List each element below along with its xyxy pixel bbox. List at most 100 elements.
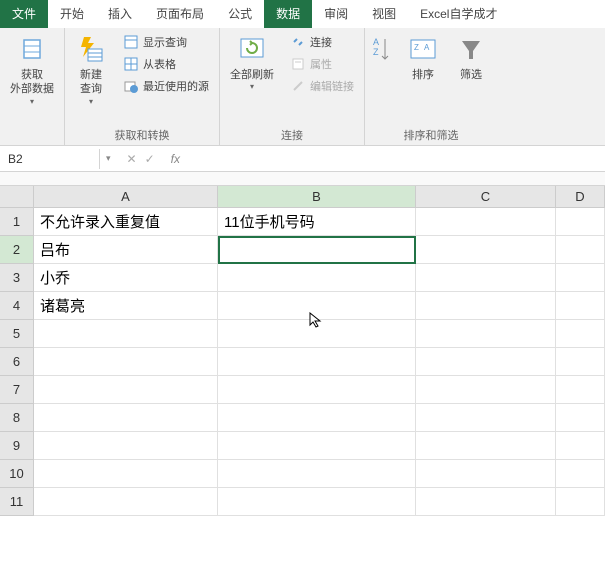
formula-bar[interactable] bbox=[186, 156, 605, 162]
dropdown-arrow-icon: ▾ bbox=[89, 97, 93, 106]
cell-a10[interactable] bbox=[34, 460, 218, 488]
cell-a9[interactable] bbox=[34, 432, 218, 460]
show-query-label: 显示查询 bbox=[143, 34, 187, 50]
row-header-8[interactable]: 8 bbox=[0, 404, 34, 432]
ribbon-group-external: 获取 外部数据 ▾ bbox=[0, 28, 65, 145]
cell-b8[interactable] bbox=[218, 404, 416, 432]
cell-d6[interactable] bbox=[556, 348, 605, 376]
row-header-3[interactable]: 3 bbox=[0, 264, 34, 292]
cell-d2[interactable] bbox=[556, 236, 605, 264]
cell-c2[interactable] bbox=[416, 236, 556, 264]
cell-a2[interactable]: 吕布 bbox=[34, 236, 218, 264]
col-header-d[interactable]: D bbox=[556, 186, 605, 208]
tab-excel-custom[interactable]: Excel自学成才 bbox=[408, 0, 509, 28]
cell-a11[interactable] bbox=[34, 488, 218, 516]
row-4: 4 诸葛亮 bbox=[0, 292, 605, 320]
svg-text:A: A bbox=[373, 37, 379, 47]
get-external-data-button[interactable]: 获取 外部数据 ▾ bbox=[6, 32, 58, 108]
sort-button[interactable]: ZA 排序 bbox=[403, 32, 443, 84]
cell-b4[interactable] bbox=[218, 292, 416, 320]
tab-home[interactable]: 开始 bbox=[48, 0, 96, 28]
name-box[interactable]: B2 bbox=[0, 149, 100, 169]
lightning-table-icon bbox=[75, 34, 107, 66]
row-header-7[interactable]: 7 bbox=[0, 376, 34, 404]
tab-insert[interactable]: 插入 bbox=[96, 0, 144, 28]
tab-formulas[interactable]: 公式 bbox=[216, 0, 264, 28]
refresh-all-button[interactable]: 全部刷新 ▾ bbox=[226, 32, 278, 93]
row-header-11[interactable]: 11 bbox=[0, 488, 34, 516]
connections-button[interactable]: 连接 bbox=[286, 32, 358, 52]
sort-az-button[interactable]: AZ bbox=[371, 32, 395, 68]
new-query-button[interactable]: 新建 查询 ▾ bbox=[71, 32, 111, 108]
recent-sources-button[interactable]: 最近使用的源 bbox=[119, 76, 213, 96]
cell-a4[interactable]: 诸葛亮 bbox=[34, 292, 218, 320]
group-label-sort-filter: 排序和筛选 bbox=[371, 125, 491, 143]
cell-d11[interactable] bbox=[556, 488, 605, 516]
row-header-9[interactable]: 9 bbox=[0, 432, 34, 460]
row-header-10[interactable]: 10 bbox=[0, 460, 34, 488]
cell-d9[interactable] bbox=[556, 432, 605, 460]
cell-d8[interactable] bbox=[556, 404, 605, 432]
cell-c8[interactable] bbox=[416, 404, 556, 432]
cell-c10[interactable] bbox=[416, 460, 556, 488]
cell-c7[interactable] bbox=[416, 376, 556, 404]
cell-b3[interactable] bbox=[218, 264, 416, 292]
cell-b10[interactable] bbox=[218, 460, 416, 488]
cell-d7[interactable] bbox=[556, 376, 605, 404]
cell-b5[interactable] bbox=[218, 320, 416, 348]
col-header-a[interactable]: A bbox=[34, 186, 218, 208]
filter-button[interactable]: 筛选 bbox=[451, 32, 491, 84]
cancel-icon[interactable]: ✕ bbox=[127, 152, 137, 166]
cell-a8[interactable] bbox=[34, 404, 218, 432]
cell-c6[interactable] bbox=[416, 348, 556, 376]
cell-a1[interactable]: 不允许录入重复值 bbox=[34, 208, 218, 236]
accept-icon[interactable]: ✓ bbox=[145, 152, 155, 166]
cell-d4[interactable] bbox=[556, 292, 605, 320]
name-box-dropdown[interactable]: ▾ bbox=[100, 153, 117, 164]
tab-file[interactable]: 文件 bbox=[0, 0, 48, 28]
cell-b11[interactable] bbox=[218, 488, 416, 516]
cell-c9[interactable] bbox=[416, 432, 556, 460]
tab-pagelayout[interactable]: 页面布局 bbox=[144, 0, 216, 28]
cell-d5[interactable] bbox=[556, 320, 605, 348]
group-label-connections: 连接 bbox=[226, 125, 358, 143]
properties-label: 属性 bbox=[310, 56, 332, 72]
row-8: 8 bbox=[0, 404, 605, 432]
fx-icon[interactable]: fx bbox=[165, 152, 186, 166]
cell-a3[interactable]: 小乔 bbox=[34, 264, 218, 292]
col-header-c[interactable]: C bbox=[416, 186, 556, 208]
cell-c5[interactable] bbox=[416, 320, 556, 348]
tab-review[interactable]: 审阅 bbox=[312, 0, 360, 28]
cell-d3[interactable] bbox=[556, 264, 605, 292]
row-header-6[interactable]: 6 bbox=[0, 348, 34, 376]
tab-view[interactable]: 视图 bbox=[360, 0, 408, 28]
select-all-corner[interactable] bbox=[0, 186, 34, 208]
cell-a6[interactable] bbox=[34, 348, 218, 376]
cell-c11[interactable] bbox=[416, 488, 556, 516]
link-icon bbox=[290, 34, 306, 50]
cell-d10[interactable] bbox=[556, 460, 605, 488]
tab-data[interactable]: 数据 bbox=[264, 0, 312, 28]
show-query-button[interactable]: 显示查询 bbox=[119, 32, 213, 52]
cell-a7[interactable] bbox=[34, 376, 218, 404]
cell-b9[interactable] bbox=[218, 432, 416, 460]
col-header-b[interactable]: B bbox=[218, 186, 416, 208]
from-table-button[interactable]: 从表格 bbox=[119, 54, 213, 74]
cell-b6[interactable] bbox=[218, 348, 416, 376]
cell-b1[interactable]: 11位手机号码 bbox=[218, 208, 416, 236]
row-header-2[interactable]: 2 bbox=[0, 236, 34, 264]
cell-c3[interactable] bbox=[416, 264, 556, 292]
cell-b2[interactable] bbox=[218, 236, 416, 264]
row-header-4[interactable]: 4 bbox=[0, 292, 34, 320]
refresh-icon bbox=[236, 34, 268, 66]
cell-b7[interactable] bbox=[218, 376, 416, 404]
cell-c1[interactable] bbox=[416, 208, 556, 236]
cell-a5[interactable] bbox=[34, 320, 218, 348]
row-header-1[interactable]: 1 bbox=[0, 208, 34, 236]
row-7: 7 bbox=[0, 376, 605, 404]
cell-d1[interactable] bbox=[556, 208, 605, 236]
row-header-5[interactable]: 5 bbox=[0, 320, 34, 348]
edit-link-icon bbox=[290, 78, 306, 94]
svg-text:Z: Z bbox=[373, 47, 379, 57]
cell-c4[interactable] bbox=[416, 292, 556, 320]
